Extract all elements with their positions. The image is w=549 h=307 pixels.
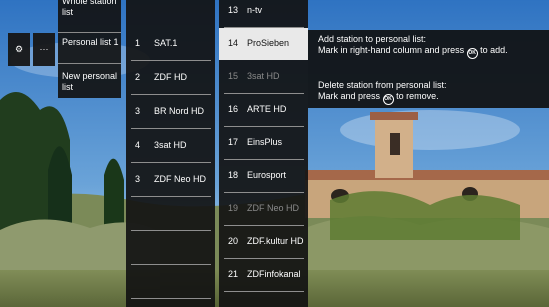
delete-help-body-text: Mark and press bbox=[318, 91, 381, 101]
channel-name: ZDFinfokanal bbox=[247, 269, 301, 279]
channel-name: ZDF Neo HD bbox=[247, 203, 300, 213]
channel-slot[interactable]: 21 ZDFinfokanal bbox=[219, 259, 308, 291]
divider bbox=[131, 196, 211, 197]
channel-number: 2 bbox=[135, 72, 141, 82]
channel-number: 3 bbox=[135, 174, 141, 184]
divider bbox=[131, 162, 211, 163]
channel-slot[interactable]: 2 ZDF HD bbox=[126, 62, 215, 94]
channel-name: ZDF Neo HD bbox=[154, 174, 207, 184]
channel-slot[interactable]: 18 Eurosport bbox=[219, 160, 308, 192]
channel-name: ZDF HD bbox=[154, 72, 187, 82]
list-item-personal-list-1[interactable]: Personal list 1 bbox=[62, 37, 120, 48]
add-help-title: Add station to personal list: bbox=[318, 34, 427, 44]
channel-name: ZDF.kultur HD bbox=[247, 236, 304, 246]
help-panel: Add station to personal list: Mark in ri… bbox=[308, 30, 549, 108]
channel-name: ProSieben bbox=[247, 38, 290, 48]
list-selector: Whole station list Personal list 1 New p… bbox=[58, 0, 121, 98]
gear-icon[interactable]: ⚙ bbox=[8, 33, 30, 66]
channel-slot[interactable]: 3 ZDF Neo HD bbox=[126, 164, 215, 196]
delete-help-body-suffix: to remove. bbox=[396, 91, 439, 101]
channel-slot[interactable]: 4 3sat HD bbox=[126, 130, 215, 162]
more-options-button[interactable]: ··· bbox=[33, 33, 55, 66]
channel-number: 19 bbox=[228, 203, 239, 213]
channel-name: ARTE HD bbox=[247, 104, 287, 114]
channel-number: 1 bbox=[135, 38, 141, 48]
delete-help-title: Delete station from personal list: bbox=[318, 80, 447, 90]
channel-slot[interactable]: 17 EinsPlus bbox=[219, 127, 308, 159]
channel-number: 17 bbox=[228, 137, 239, 147]
channel-name: 3sat HD bbox=[247, 71, 280, 81]
channel-number: 14 bbox=[228, 38, 239, 48]
station-list-column: 13 n-tv 14 ProSieben 15 3sat HD 16 ARTE HD 17 Ein… bbox=[219, 0, 308, 307]
channel-number: 3 bbox=[135, 106, 141, 116]
channel-slot[interactable]: 19 ZDF Neo HD bbox=[219, 193, 308, 225]
channel-name: 3sat HD bbox=[154, 140, 187, 150]
channel-name: n-tv bbox=[247, 5, 263, 15]
channel-slot[interactable]: 20 ZDF.kultur HD bbox=[219, 226, 308, 258]
channel-number: 18 bbox=[228, 170, 239, 180]
divider bbox=[224, 291, 304, 292]
channel-number: 13 bbox=[228, 5, 239, 15]
divider bbox=[131, 60, 211, 61]
channel-number: 20 bbox=[228, 236, 239, 246]
channel-number: 21 bbox=[228, 269, 239, 279]
channel-slot[interactable]: 13 n-tv bbox=[219, 0, 308, 27]
divider bbox=[131, 298, 211, 299]
divider bbox=[58, 63, 121, 64]
ok-button-icon: OK bbox=[466, 48, 478, 59]
divider bbox=[131, 94, 211, 95]
channel-name: BR Nord HD bbox=[154, 106, 205, 116]
ok-button-icon: OK bbox=[382, 94, 394, 105]
personal-list-column: 1 SAT.1 2 ZDF HD 3 BR Nord HD 4 3sat HD 3 ZDF Neo… bbox=[126, 0, 215, 307]
channel-name: EinsPlus bbox=[247, 137, 283, 147]
channel-slot[interactable]: 3 BR Nord HD bbox=[126, 96, 215, 128]
channel-slot[interactable] bbox=[126, 198, 215, 230]
channel-slot[interactable]: 15 3sat HD bbox=[219, 61, 308, 93]
add-help-body-suffix: to add. bbox=[480, 45, 508, 55]
channel-number: 16 bbox=[228, 104, 239, 114]
channel-slot[interactable] bbox=[126, 232, 215, 264]
divider bbox=[131, 230, 211, 231]
channel-name: Eurosport bbox=[247, 170, 287, 180]
list-item-new-personal-list[interactable]: New personal list bbox=[62, 71, 120, 93]
channel-slot[interactable]: 16 ARTE HD bbox=[219, 94, 308, 126]
channel-number: 15 bbox=[228, 71, 239, 81]
add-help-body-text: Mark in right-hand column and press bbox=[318, 45, 465, 55]
divider bbox=[58, 32, 121, 33]
delete-help-body: Mark and press OK to remove. bbox=[318, 91, 439, 105]
channel-slot[interactable]: 14 ProSieben bbox=[219, 28, 308, 60]
add-help-body: Mark in right-hand column and press OK t… bbox=[318, 45, 508, 59]
channel-name: SAT.1 bbox=[154, 38, 178, 48]
channel-slot[interactable] bbox=[126, 266, 215, 298]
divider bbox=[131, 264, 211, 265]
channel-slot[interactable]: 1 SAT.1 bbox=[126, 28, 215, 60]
list-item-whole-station-list[interactable]: Whole station list bbox=[62, 0, 120, 18]
divider bbox=[131, 128, 211, 129]
channel-number: 4 bbox=[135, 140, 141, 150]
